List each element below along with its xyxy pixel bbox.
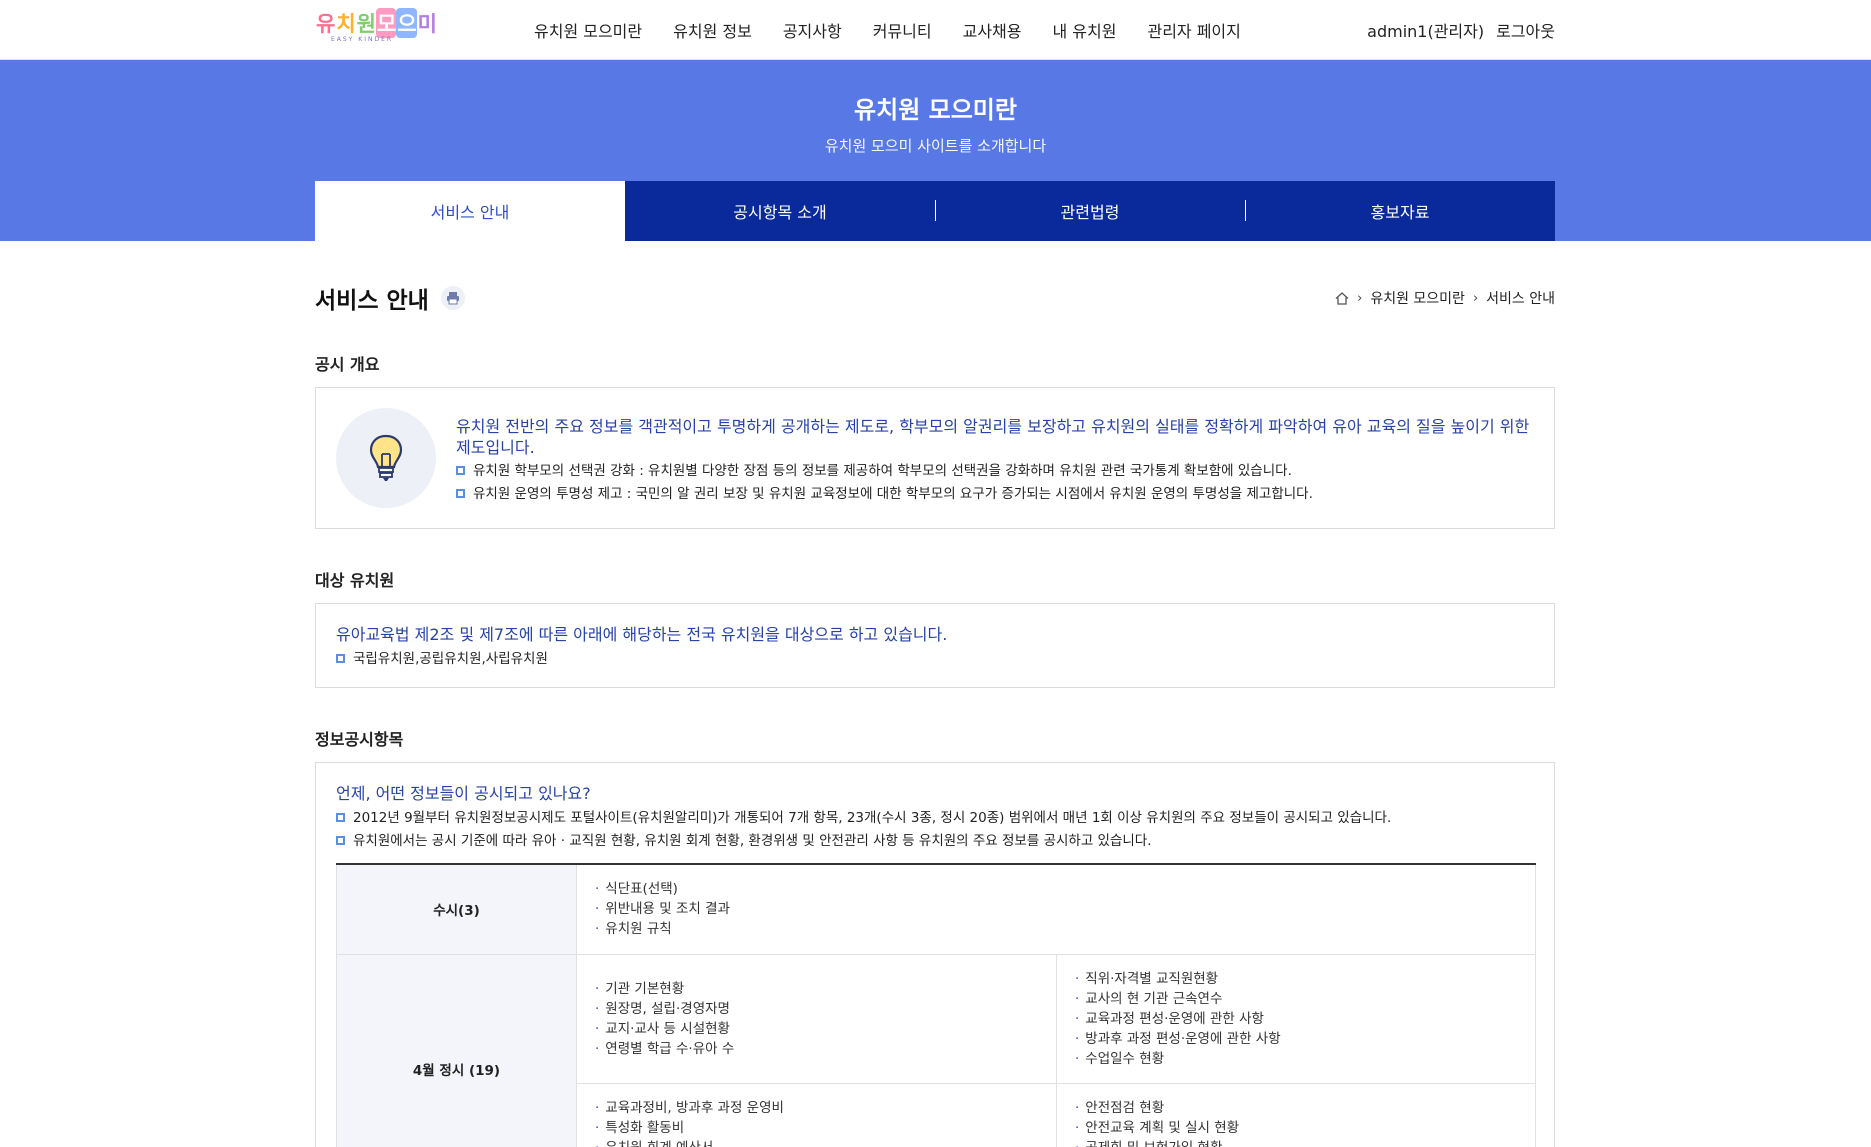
table-cell: 직위·자격별 교직원현황 교사의 현 기관 근속연수 교육과정 편성·운영에 관… (1056, 953, 1536, 1084)
nav-admin[interactable]: 관리자 페이지 (1147, 18, 1240, 42)
user-name: admin1(관리자) (1367, 22, 1485, 41)
tab-promo[interactable]: 홍보자료 (1245, 181, 1555, 241)
main-nav: 유치원 모으미란 유치원 정보 공지사항 커뮤니티 교사채용 내 유치원 관리자… (534, 18, 1272, 42)
sub-tabs: 서비스 안내 공시항목 소개 관련법령 홍보자료 (315, 181, 1555, 241)
lightbulb-icon (336, 408, 436, 508)
hero-banner: 유치원 모으미란 유치원 모으미 사이트를 소개합니다 서비스 안내 공시항목 … (0, 60, 1871, 241)
logo-char: 치 (336, 12, 355, 36)
chevron-right-icon: › (1357, 290, 1363, 306)
list-item: 유치원에서는 공시 기준에 따라 유아 · 교직원 현황, 유치원 회계 현황,… (336, 831, 1534, 851)
logo-char: 미 (417, 12, 437, 36)
table-cell: 식단표(선택) 위반내용 및 조치 결과 유치원 규칙 (576, 863, 1536, 955)
table-cell: 기관 기본현황 원장명, 설립·경영자명 교지·교사 등 시설현황 연령별 학급… (576, 953, 1057, 1084)
logo-char: 유 (316, 12, 335, 36)
breadcrumb: › 유치원 모으미란 › 서비스 안내 (1335, 288, 1555, 308)
list-item: 2012년 9월부터 유치원정보공시제도 포털사이트(유치원알리미)가 개통되어… (336, 808, 1534, 828)
list-item: 유치원 운영의 투명성 제고 : 국민의 알 권리 보장 및 유치원 교육정보에… (456, 484, 1534, 504)
disclosure-items-table: 수시(3) 식단표(선택) 위반내용 및 조치 결과 유치원 규칙 4월 정시 … (336, 863, 1536, 1147)
logo-char: 원 (356, 12, 376, 36)
chevron-right-icon: › (1472, 290, 1479, 306)
hero-title: 유치원 모으미란 (854, 96, 1017, 124)
table-cell: 교육과정비, 방과후 과정 운영비 특성화 활동비 유치원 회계 예산서 (576, 1082, 1057, 1147)
content-area: 서비스 안내 › 유치원 모으미란 › 서비스 안내 공시 개요 유치원 전반의… (315, 283, 1555, 1147)
top-header: 유 치 원 모 으 미 EASY KINDER 유치원 모으미란 유치원 정보 … (0, 0, 1871, 60)
section-title-items: 정보공시항목 (315, 730, 404, 749)
nav-my-kinder[interactable]: 내 유치원 (1053, 18, 1117, 42)
nav-intro[interactable]: 유치원 모으미란 (534, 18, 642, 42)
logo-char: 모 (375, 8, 396, 38)
overview-box: 유치원 전반의 주요 정보를 객관적이고 투명하게 공개하는 제도로, 학부모의… (315, 387, 1555, 529)
nav-community[interactable]: 커뮤니티 (873, 18, 932, 42)
list-item: 국립유치원,공립유치원,사립유치원 (336, 649, 1534, 669)
section-title-target: 대상 유치원 (315, 571, 395, 590)
print-button[interactable] (440, 286, 465, 310)
target-box: 유아교육법 제2조 및 제7조에 따른 아래에 해당하는 전국 유치원을 대상으… (315, 603, 1555, 688)
nav-notice[interactable]: 공지사항 (783, 18, 842, 42)
home-icon[interactable] (1335, 291, 1349, 305)
user-area: admin1(관리자) 로그아웃 (1367, 18, 1555, 42)
list-item: 유치원 학부모의 선택권 강화 : 유치원별 다양한 장점 등의 정보를 제공하… (456, 461, 1534, 481)
nav-recruit[interactable]: 교사채용 (963, 18, 1022, 42)
site-logo[interactable]: 유 치 원 모 으 미 EASY KINDER (315, 8, 440, 52)
print-icon (446, 292, 459, 305)
table-cell: 안전점검 현황 안전교육 계획 및 실시 현황 공제회 및 보험가입 현황 (1056, 1082, 1536, 1147)
row-head: 수시(3) (336, 863, 577, 955)
breadcrumb-item[interactable]: 유치원 모으미란 (1370, 288, 1465, 308)
logout-link[interactable]: 로그아웃 (1496, 18, 1555, 42)
logo-char: 으 (396, 8, 417, 38)
tab-service-guide[interactable]: 서비스 안내 (315, 181, 625, 241)
breadcrumb-item[interactable]: 서비스 안내 (1486, 288, 1555, 308)
table-row: 4월 정시 (19) 기관 기본현황 원장명, 설립·경영자명 교지·교사 등 … (336, 953, 1536, 1147)
overview-lead: 유치원 전반의 주요 정보를 객관적이고 투명하게 공개하는 제도로, 학부모의… (456, 417, 1530, 457)
nav-kinder-info[interactable]: 유치원 정보 (673, 18, 752, 42)
tab-items-intro[interactable]: 공시항목 소개 (625, 181, 935, 241)
tab-laws[interactable]: 관련법령 (935, 181, 1245, 241)
target-lead: 유아교육법 제2조 및 제7조에 따른 아래에 해당하는 전국 유치원을 대상으… (336, 625, 948, 644)
section-title-overview: 공시 개요 (315, 355, 380, 374)
table-row: 수시(3) 식단표(선택) 위반내용 및 조치 결과 유치원 규칙 (336, 863, 1536, 955)
row-head: 4월 정시 (19) (336, 953, 577, 1147)
items-box: 언제, 어떤 정보들이 공시되고 있나요? 2012년 9월부터 유치원정보공시… (315, 762, 1555, 1147)
page-title: 서비스 안내 (315, 288, 429, 314)
hero-subtitle: 유치원 모으미 사이트를 소개합니다 (824, 137, 1047, 155)
items-lead: 언제, 어떤 정보들이 공시되고 있나요? (336, 784, 591, 803)
